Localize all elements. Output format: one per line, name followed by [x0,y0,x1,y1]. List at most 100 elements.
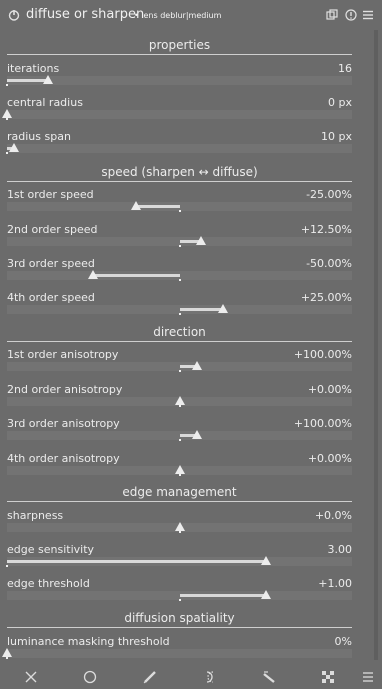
slider-handle[interactable] [217,304,228,313]
slider-track[interactable] [6,556,352,567]
power-icon[interactable] [8,9,20,21]
slider-handle[interactable] [260,590,271,599]
slider-value[interactable]: +12.50% [301,223,352,236]
slider-value[interactable]: +0.00% [308,383,352,396]
parametric-mask-icon[interactable] [203,670,217,684]
slider-track[interactable] [7,361,352,372]
slider-handle[interactable] [174,465,185,474]
slider-track[interactable] [7,465,352,476]
drawn-parametric-mask-icon[interactable] [262,670,276,684]
slider-row[interactable]: central radius 0 px [2,96,352,130]
slider-track[interactable] [6,143,352,154]
slider-row[interactable]: 2nd order speed +12.50% [7,223,352,257]
section-divider [7,501,352,502]
slider-track[interactable] [7,430,352,441]
reset-icon[interactable] [345,9,357,21]
drawn-mask-icon[interactable] [143,670,157,684]
slider-handle[interactable] [191,430,202,439]
slider-handle[interactable] [191,361,202,370]
slider-track[interactable] [2,109,352,120]
slider-fill [7,560,266,563]
section-properties: properties [148,38,211,52]
slider-row[interactable]: edge threshold +1.00 [7,577,352,611]
slider-track[interactable] [7,201,352,212]
circle-mask-icon[interactable] [83,670,97,684]
slider-value[interactable]: +0.00% [308,452,352,465]
slider-value[interactable]: +1.00 [318,577,352,590]
slider-row[interactable]: sharpness +0.0% [7,509,352,543]
slider-origin-mark [178,279,181,281]
slider-handle[interactable] [88,270,99,279]
slider-fill [7,79,49,82]
slider-origin-mark [178,405,181,407]
slider-label: edge sensitivity [7,543,95,556]
slider-value[interactable]: -50.00% [306,257,352,270]
presets-menu-icon[interactable] [362,9,374,21]
menu-icon[interactable] [361,670,375,684]
slider-origin-mark [178,531,181,533]
slider-track[interactable] [7,396,352,407]
slider-handle[interactable] [196,236,207,245]
slider-row[interactable]: iterations 16 [6,62,352,96]
close-icon[interactable] [24,670,38,684]
slider-label: 1st order anisotropy [7,348,119,361]
slider-handle[interactable] [43,75,54,84]
slider-label: 3rd order anisotropy [7,417,120,430]
slider-label: central radius [7,96,83,109]
slider-origin-mark [178,313,181,315]
module-title[interactable]: diffuse or sharpen [26,7,144,22]
slider-track[interactable] [7,590,352,601]
slider-value[interactable]: -25.00% [306,188,352,201]
slider-fill [136,205,180,208]
slider-track[interactable] [7,270,352,281]
slider-value[interactable]: +25.00% [301,291,352,304]
slider-handle[interactable] [174,522,185,531]
slider-row[interactable]: radius span 10 px [6,130,352,164]
slider-handle[interactable] [2,648,12,657]
slider-track[interactable] [2,648,352,659]
slider-value[interactable]: 0% [335,635,352,648]
slider-label: 3rd order speed [7,257,95,270]
slider-value[interactable]: +100.00% [294,417,352,430]
slider-track[interactable] [6,75,352,86]
slider-row[interactable]: 4th order anisotropy +0.00% [7,452,352,486]
slider-fill [93,274,180,277]
mask-toolbar [0,665,382,689]
scrollbar[interactable] [374,30,378,660]
slider-value[interactable]: +0.0% [315,509,352,522]
slider-row[interactable]: 1st order speed -25.00% [7,188,352,222]
slider-row[interactable]: 3rd order speed -50.00% [7,257,352,291]
slider-label: radius span [7,130,71,143]
section-diffusion-spatiality: diffusion spatiality [124,611,235,625]
slider-row[interactable]: 3rd order anisotropy +100.00% [7,417,352,451]
slider-row[interactable]: edge sensitivity 3.00 [6,543,353,577]
slider-row[interactable]: 4th order speed +25.00% [7,291,352,325]
slider-handle[interactable] [174,396,185,405]
slider-value[interactable]: 10 px [321,130,352,143]
raster-mask-icon[interactable] [321,670,335,684]
slider-handle[interactable] [2,109,12,118]
slider-value[interactable]: 3.00 [328,543,353,556]
slider-handle[interactable] [131,201,142,210]
slider-origin-mark [6,565,8,567]
slider-row[interactable]: 1st order anisotropy +100.00% [7,348,352,382]
slider-label: sharpness [7,509,64,522]
slider-origin-mark [178,210,181,212]
slider-handle[interactable] [8,143,19,152]
slider-label: iterations [7,62,60,75]
slider-row[interactable]: luminance masking threshold 0% [2,635,352,669]
slider-label: luminance masking threshold [7,635,170,648]
section-divider [7,627,352,628]
section-direction: direction [153,325,206,339]
slider-value[interactable]: 0 px [328,96,352,109]
slider-value[interactable]: +100.00% [294,348,352,361]
slider-value[interactable]: 16 [338,62,352,75]
slider-row[interactable]: 2nd order anisotropy +0.00% [7,383,352,417]
slider-origin-mark [178,370,181,372]
slider-track[interactable] [7,236,352,247]
slider-track[interactable] [7,304,352,315]
slider-handle[interactable] [260,556,271,565]
multi-instance-icon[interactable] [326,9,338,21]
slider-track[interactable] [7,522,352,533]
slider-label: 2nd order anisotropy [7,383,123,396]
